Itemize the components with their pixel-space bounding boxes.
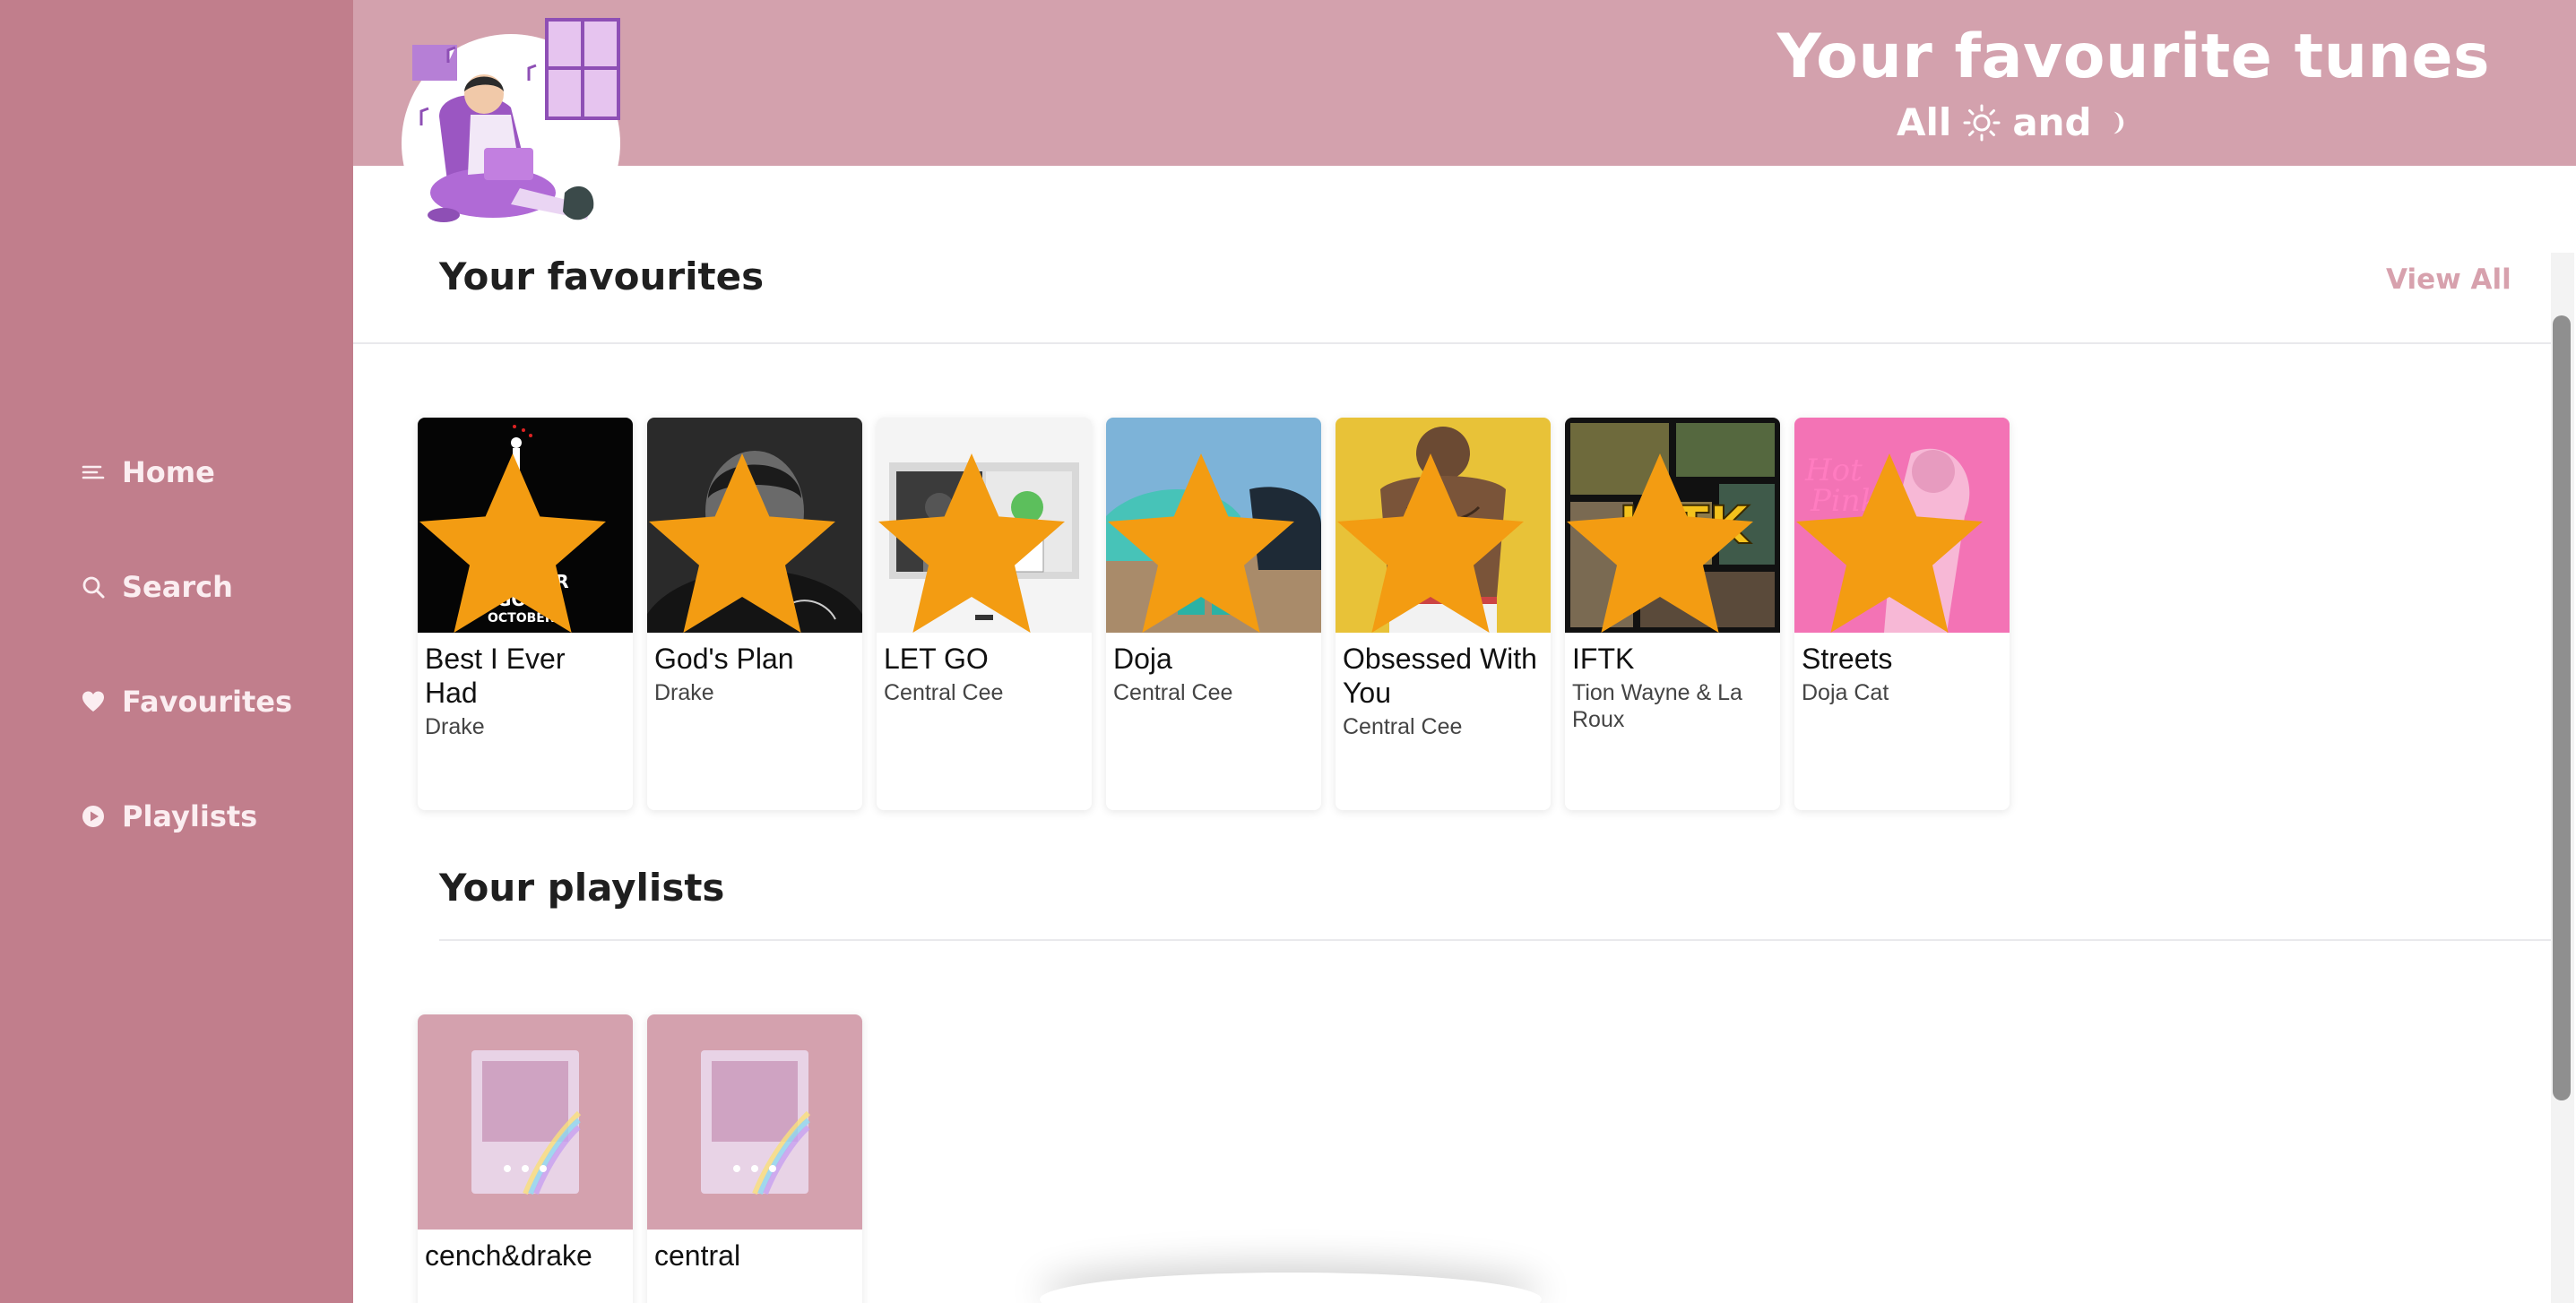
sidebar-item-favourites[interactable]: Favourites	[81, 685, 292, 719]
subtitle-all: All	[1897, 100, 1952, 144]
star-icon[interactable]	[1106, 439, 1309, 633]
song-title: Doja	[1113, 643, 1172, 675]
sidebar-item-label: Search	[122, 570, 233, 604]
playlist-title: central	[654, 1239, 741, 1272]
page-title: Your favourite tunes	[1776, 22, 2490, 92]
playlist-art	[418, 1014, 633, 1230]
song-artist: Drake	[425, 714, 485, 739]
sidebar-item-label: Favourites	[122, 685, 292, 719]
favourite-card[interactable]: IFTK IFTK Tion Wayne & La Roux	[1565, 418, 1780, 810]
sidebar-item-search[interactable]: Search	[81, 570, 233, 604]
sidebar-item-home[interactable]: Home	[81, 455, 215, 489]
song-artist: Central Cee	[1113, 680, 1233, 705]
album-art	[1336, 418, 1551, 633]
star-icon[interactable]	[1794, 439, 1997, 633]
song-title: Obsessed With You	[1343, 643, 1537, 709]
album-art	[877, 418, 1092, 633]
playlist-title: cench&drake	[425, 1239, 592, 1272]
song-artist: Doja Cat	[1802, 680, 1889, 705]
star-icon[interactable]	[418, 439, 620, 633]
favourite-card[interactable]: D A SO FAR GONE OCTOBER'S Best I Ever Ha…	[418, 418, 633, 810]
album-art: IFTK	[1565, 418, 1780, 633]
song-title: IFTK	[1572, 643, 1635, 675]
album-art: Hot Pink	[1794, 418, 2010, 633]
favourite-card[interactable]: Doja Central Cee	[1106, 418, 1321, 810]
view-all-link[interactable]: View All	[2386, 263, 2511, 296]
song-artist: Central Cee	[1343, 714, 1463, 739]
playlists-divider	[439, 939, 2551, 941]
album-art	[1106, 418, 1321, 633]
sidebar-item-label: Playlists	[122, 799, 258, 833]
song-artist: Drake	[654, 680, 714, 705]
subtitle-and: and	[2012, 100, 2092, 144]
playlist-card[interactable]: cench&drake	[418, 1014, 633, 1303]
listening-illustration	[402, 18, 620, 253]
star-icon[interactable]	[1336, 439, 1538, 633]
song-title: Streets	[1802, 643, 1893, 675]
moon-icon	[2113, 111, 2123, 134]
song-title: Best I Ever Had	[425, 643, 566, 709]
menu-lines-icon	[82, 465, 105, 479]
sidebar-item-label: Home	[122, 455, 215, 489]
favourite-card[interactable]: God's Plan Drake	[647, 418, 862, 810]
song-title: LET GO	[884, 643, 989, 675]
star-icon[interactable]	[1565, 439, 1768, 633]
favourite-card[interactable]: Obsessed With You Central Cee	[1336, 418, 1551, 810]
sidebar: Home Search Favourites Playlists	[0, 0, 353, 1303]
sun-icon	[1963, 104, 2001, 141]
album-art	[647, 418, 862, 633]
heart-icon	[82, 691, 104, 712]
album-art: D A SO FAR GONE OCTOBER'S	[418, 418, 633, 633]
playlist-art	[647, 1014, 862, 1230]
playlists-title: Your playlists	[439, 866, 725, 910]
sidebar-item-playlists[interactable]: Playlists	[81, 799, 257, 833]
favourite-card[interactable]: LET GO Central Cee	[877, 418, 1092, 810]
page-subtitle: All and	[1897, 100, 2133, 144]
favourites-title: Your favourites	[439, 255, 765, 298]
star-icon[interactable]	[647, 439, 850, 633]
floating-player-shadow	[1040, 1273, 1542, 1303]
song-artist: Tion Wayne & La Roux	[1572, 680, 1742, 732]
play-circle-icon	[82, 806, 104, 827]
scrollbar-thumb[interactable]	[2553, 315, 2571, 1100]
song-artist: Central Cee	[884, 680, 1004, 705]
search-icon	[82, 576, 105, 599]
hero-header: Your favourite tunes All and	[353, 0, 2576, 166]
song-title: God's Plan	[654, 643, 794, 675]
favourite-card[interactable]: Hot Pink Streets Doja Cat	[1794, 418, 2010, 810]
playlist-card[interactable]: central	[647, 1014, 862, 1303]
star-icon[interactable]	[877, 439, 1079, 633]
favourites-divider	[353, 342, 2551, 344]
